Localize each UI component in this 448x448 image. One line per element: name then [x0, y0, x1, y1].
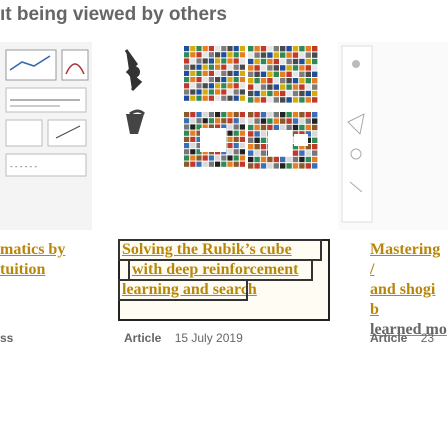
publish-date: 15 July 2019 [174, 331, 243, 345]
card-meta: ss [0, 331, 23, 345]
cube-grid-gap [268, 130, 292, 156]
card-title-line: and shogi b [370, 281, 436, 318]
cube-grid-gap [294, 134, 308, 146]
cube-grid [248, 46, 318, 103]
card-title-link[interactable]: Mastering / and shogi b learned mo [370, 240, 448, 340]
card-meta: Article 15 July 2019 [124, 331, 243, 345]
card-thumbnail[interactable]: - - - - - - [0, 42, 92, 230]
highlight-box [118, 239, 322, 261]
section-heading: ıt being viewed by others [0, 4, 227, 25]
svg-text:- - - - - -: - - - - - - [10, 162, 37, 171]
highlight-box [128, 259, 313, 281]
publish-date: 23 [420, 331, 435, 345]
card-thumbnail[interactable] [338, 42, 448, 230]
content-type-label: Article [124, 331, 162, 345]
card-title-link[interactable]: matics by tuition [0, 240, 65, 280]
cube-grid-gap [200, 128, 226, 152]
content-type-label: Article [370, 331, 408, 345]
content-type-label: ss [0, 331, 14, 345]
card-title-link[interactable]: Solving the Rubik’s cube with deep reinf… [118, 239, 328, 301]
card-title-line: Mastering / [370, 241, 441, 278]
card-meta: Article 23 [370, 331, 434, 345]
card-title-line: matics by [0, 241, 66, 258]
card-thumbnail[interactable] [108, 42, 326, 230]
highlight-box [118, 279, 248, 301]
card-title-line: tuition [0, 261, 46, 278]
